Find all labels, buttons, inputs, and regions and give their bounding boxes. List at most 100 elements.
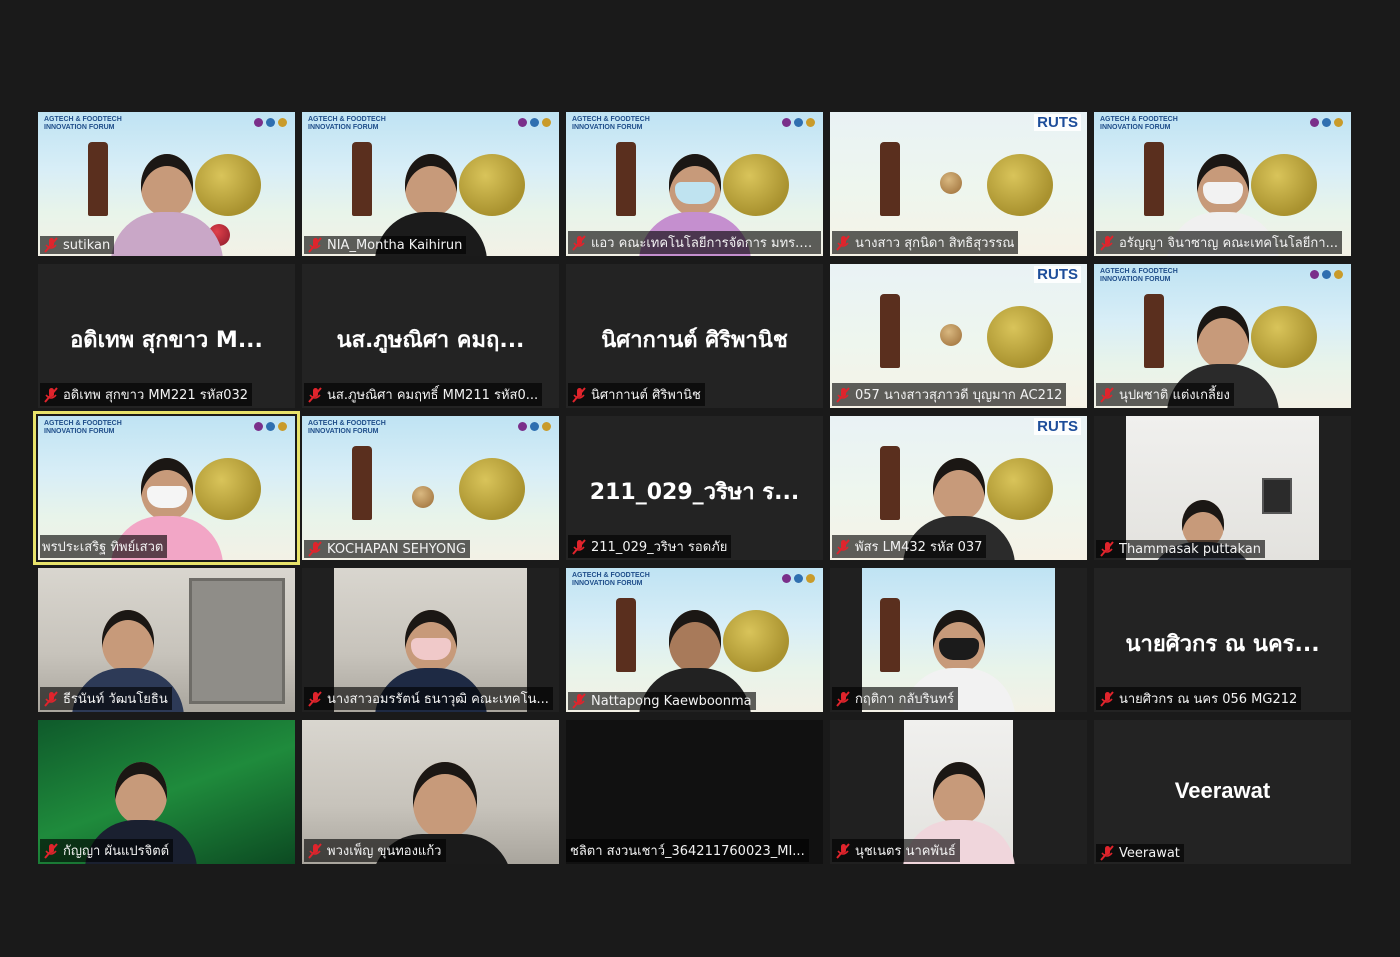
- participant-tile[interactable]: AGTECH & FOODTECH INNOVATION FORUM อรัญญา…: [1094, 112, 1351, 256]
- participant-name-label: ธีรนันท์ วัฒนโยธิน: [40, 687, 172, 710]
- participant-tile[interactable]: กฤติกา กลับรินทร์: [830, 568, 1087, 712]
- muted-microphone-icon: [308, 237, 322, 253]
- participant-name-label: sutikan: [40, 236, 115, 254]
- participant-tile[interactable]: AGTECH & FOODTECH INNOVATION FORUM sutika…: [38, 112, 295, 256]
- sauce-bottle: [352, 142, 372, 216]
- muted-microphone-icon: [836, 842, 850, 859]
- participant-tile-active-speaker[interactable]: AGTECH & FOODTECH INNOVATION FORUM พรประเ…: [33, 411, 300, 565]
- participant-tile[interactable]: AGTECH & FOODTECH INNOVATION FORUM Nattap…: [566, 568, 823, 712]
- participant-name: นส.ภูษณิศา คมฤทธิ์ MM211 รหัส0...: [327, 388, 539, 403]
- participant-display-name: นส.ภูษณิศา คมฤ...: [336, 328, 525, 353]
- participant-name: นิศากานต์ ศิริพานิช: [591, 388, 701, 403]
- sauce-bottle: [880, 294, 900, 368]
- participant-tile[interactable]: RUTS นางสาว สุกนิดา สิทธิสุวรรณ: [830, 112, 1087, 256]
- durian-graphic: [987, 306, 1053, 368]
- participant-name-label: นางสาว สุกนิดา สิทธิสุวรรณ: [832, 231, 1019, 254]
- participant-tile[interactable]: นส.ภูษณิศา คมฤ... นส.ภูษณิศา คมฤทธิ์ MM2…: [302, 264, 559, 408]
- muted-microphone-icon: [836, 690, 850, 707]
- participant-tile[interactable]: AGTECH & FOODTECH INNOVATION FORUM นุปผชา…: [1094, 264, 1351, 408]
- sponsor-logos: [1310, 118, 1343, 127]
- muted-microphone-icon: [44, 690, 58, 707]
- muted-microphone-icon: [572, 234, 586, 251]
- participant-tile[interactable]: นางสาวอมรรัตน์ ธนาวุฒิ คณะเทคโน...: [302, 568, 559, 712]
- participant-name: นุชเนตร นาคพันธ์: [855, 844, 956, 859]
- participant-name-label: พรประเสริฐ ทิพย์เสวต: [40, 535, 168, 558]
- muted-microphone-icon: [308, 690, 322, 707]
- participant-name: นุปผชาติ แต่งเกลี้ยง: [1119, 388, 1230, 403]
- participant-tile[interactable]: Thammasak puttakan: [1094, 416, 1351, 560]
- banner-title: AGTECH & FOODTECH INNOVATION FORUM: [1100, 268, 1178, 283]
- ruts-logo: RUTS: [1034, 418, 1081, 435]
- video-gallery-grid: AGTECH & FOODTECH INNOVATION FORUM sutika…: [33, 112, 1351, 864]
- participant-name-label: แอว คณะเทคโนโลยีการจัดการ มทร.ศ...: [568, 231, 821, 254]
- ruts-logo: RUTS: [1034, 266, 1081, 283]
- banner-title: AGTECH & FOODTECH INNOVATION FORUM: [44, 116, 122, 131]
- sauce-bottle: [88, 142, 108, 216]
- participant-tile[interactable]: AGTECH & FOODTECH INNOVATION FORUM KOCHAP…: [302, 416, 559, 560]
- muted-microphone-icon: [836, 386, 850, 403]
- participant-tile[interactable]: RUTS พัสร LM432 รหัส 037: [830, 416, 1087, 560]
- sponsor-logos: [254, 118, 287, 127]
- participant-name-label: Nattapong Kaewboonma: [568, 692, 756, 710]
- participant-name: นายศิวกร ณ นคร 056 MG212: [1119, 692, 1298, 707]
- participant-person: [107, 146, 227, 256]
- muted-microphone-icon: [1100, 541, 1114, 557]
- participant-name-label: KOCHAPAN SEHYONG: [304, 540, 471, 558]
- burger-graphic: [940, 172, 962, 194]
- durian-graphic: [459, 458, 525, 520]
- sauce-bottle: [352, 446, 372, 520]
- participant-name: 211_029_วริษา รอดภัย: [591, 540, 728, 555]
- participant-display-name: นิศากานต์ ศิริพานิช: [601, 328, 788, 353]
- burger-graphic: [412, 486, 434, 508]
- participant-name-label: อรัญญา จินาซาญ คณะเทคโนโลยีกา...: [1096, 231, 1342, 254]
- participant-display-name: อดิเทพ สุกขาว M...: [70, 328, 263, 353]
- participant-tile[interactable]: นายศิวกร ณ นคร... นายศิวกร ณ นคร 056 MG2…: [1094, 568, 1351, 712]
- participant-tile[interactable]: AGTECH & FOODTECH INNOVATION FORUM แอว คณ…: [566, 112, 823, 256]
- participant-name: 057 นางสาวสุภาวดี บุญมาก AC212: [855, 388, 1063, 403]
- participant-tile[interactable]: กัญญา ผันแปรจิตต์: [38, 720, 295, 864]
- participant-name: นางสาว สุกนิดา สิทธิสุวรรณ: [855, 236, 1015, 251]
- participant-name-label: นิศากานต์ ศิริพานิช: [568, 383, 705, 406]
- participant-tile[interactable]: RUTS 057 นางสาวสุภาวดี บุญมาก AC212: [830, 264, 1087, 408]
- participant-name-label: พัสร LM432 รหัส 037: [832, 535, 987, 558]
- sponsor-logos: [1310, 270, 1343, 279]
- participant-video: AGTECH & FOODTECH INNOVATION FORUM: [302, 112, 559, 256]
- muted-microphone-icon: [1100, 234, 1114, 251]
- banner-title: AGTECH & FOODTECH INNOVATION FORUM: [308, 420, 386, 435]
- participant-tile[interactable]: Veerawat Veerawat: [1094, 720, 1351, 864]
- sponsor-logos: [518, 422, 551, 431]
- banner-title: AGTECH & FOODTECH INNOVATION FORUM: [1100, 116, 1178, 131]
- muted-microphone-icon: [836, 538, 850, 555]
- participant-name: Thammasak puttakan: [1119, 541, 1261, 557]
- muted-microphone-icon: [1100, 386, 1114, 403]
- participant-tile[interactable]: พวงเพ็ญ ขุนทองแก้ว: [302, 720, 559, 864]
- participant-name-label: นุชเนตร นาคพันธ์: [832, 839, 960, 862]
- durian-graphic: [987, 154, 1053, 216]
- participant-tile[interactable]: 211_029_วริษา ร... 211_029_วริษา รอดภัย: [566, 416, 823, 560]
- participant-display-name: นายศิวกร ณ นคร...: [1125, 632, 1320, 657]
- participant-tile[interactable]: ธีรนันท์ วัฒนโยธิน: [38, 568, 295, 712]
- participant-name-label: นส.ภูษณิศา คมฤทธิ์ MM211 รหัส0...: [304, 383, 543, 406]
- muted-microphone-icon: [572, 386, 586, 403]
- muted-microphone-icon: [572, 693, 586, 709]
- participant-name: อดิเทพ สุกขาว MM221 รหัส032: [63, 388, 249, 403]
- muted-microphone-icon: [44, 237, 58, 253]
- participant-tile[interactable]: อดิเทพ สุกขาว M... อดิเทพ สุกขาว MM221 ร…: [38, 264, 295, 408]
- participant-name-label: Thammasak puttakan: [1096, 540, 1265, 558]
- burger-graphic: [940, 324, 962, 346]
- participant-tile[interactable]: นิศากานต์ ศิริพานิช นิศากานต์ ศิริพานิช: [566, 264, 823, 408]
- participant-tile[interactable]: นุชเนตร นาคพันธ์: [830, 720, 1087, 864]
- sponsor-logos: [518, 118, 551, 127]
- participant-name-label: ชลิตา สงวนเชาว์_364211760023_MI...: [566, 839, 809, 862]
- participant-tile[interactable]: AGTECH & FOODTECH INNOVATION FORUM NIA_Mo…: [302, 112, 559, 256]
- banner-title: AGTECH & FOODTECH INNOVATION FORUM: [572, 572, 650, 587]
- participant-name: พวงเพ็ญ ขุนทองแก้ว: [327, 844, 442, 859]
- participant-name: ชลิตา สงวนเชาว์_364211760023_MI...: [570, 844, 805, 859]
- sponsor-logos: [782, 118, 815, 127]
- sauce-bottle: [616, 598, 636, 672]
- participant-name-label: นุปผชาติ แต่งเกลี้ยง: [1096, 383, 1234, 406]
- participant-video: AGTECH & FOODTECH INNOVATION FORUM: [566, 568, 823, 712]
- banner-title: AGTECH & FOODTECH INNOVATION FORUM: [572, 116, 650, 131]
- participant-name: NIA_Montha Kaihirun: [327, 237, 463, 253]
- participant-tile[interactable]: ชลิตา สงวนเชาว์_364211760023_MI...: [566, 720, 823, 864]
